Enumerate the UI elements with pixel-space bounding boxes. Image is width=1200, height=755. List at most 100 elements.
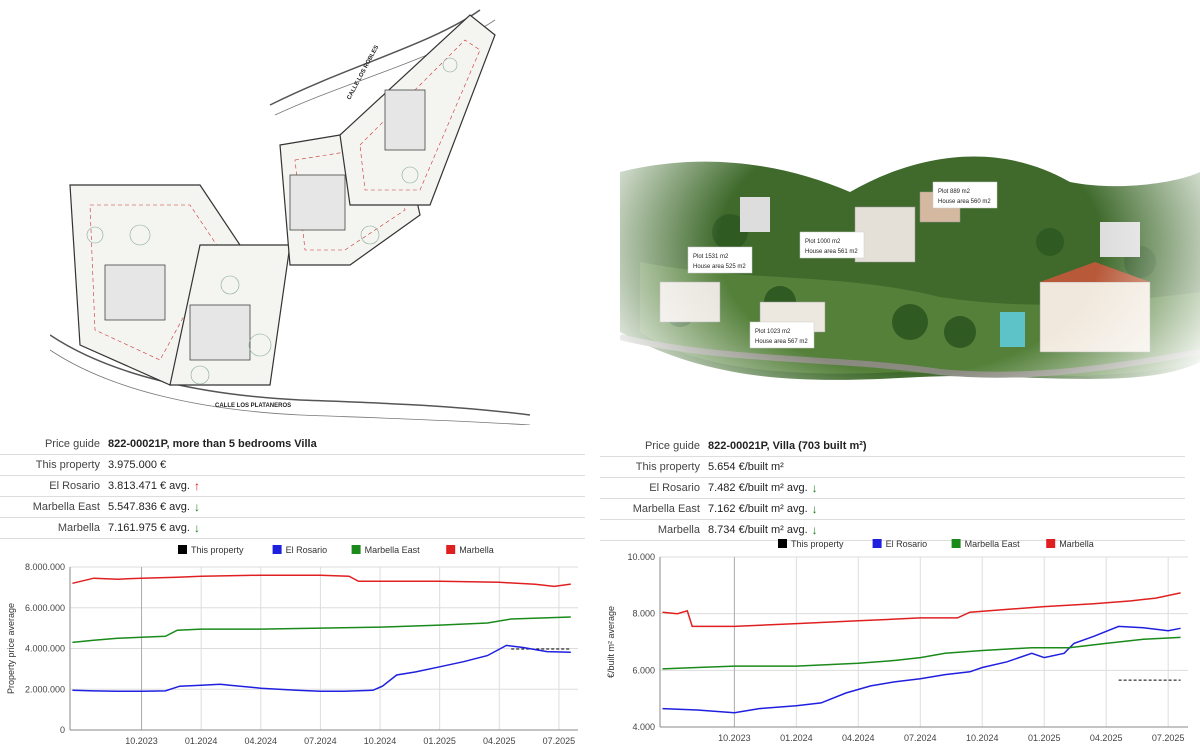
price-guide-row: Marbella 7.161.975 € avg. ↓ bbox=[0, 518, 585, 539]
series-line-el-rosario bbox=[662, 625, 1181, 714]
y-tick-label: 4.000.000 bbox=[25, 644, 65, 654]
price-guide-row: El Rosario 3.813.471 € avg. ↑ bbox=[0, 476, 585, 497]
price-guide-label: El Rosario bbox=[649, 482, 700, 494]
legend-swatch bbox=[1046, 539, 1056, 548]
price-guide-label: This property bbox=[35, 459, 100, 471]
arrow-down-icon: ↓ bbox=[193, 500, 200, 514]
legend-swatch bbox=[272, 545, 282, 554]
y-axis-label: €/built m² average bbox=[606, 606, 616, 678]
price-guide-left: Price guide 822-00021P, more than 5 bedr… bbox=[0, 434, 585, 539]
x-tick-label: 10.2023 bbox=[125, 736, 158, 746]
aerial-render-image: Plot 889 m2 House area 560 m2 Plot 1000 … bbox=[620, 32, 1200, 420]
price-guide-label: Price guide bbox=[644, 440, 700, 452]
x-tick-label: 07.2025 bbox=[1152, 733, 1185, 743]
price-guide-value: 3.813.471 € avg. bbox=[108, 480, 190, 492]
site-plan-drawing: CALLE LOS ROBLES CALLE LOS PLATANEROS bbox=[50, 9, 531, 425]
y-tick-label: 4.000 bbox=[632, 722, 655, 732]
legend-label: Marbella East bbox=[965, 539, 1021, 549]
x-tick-label: 10.2024 bbox=[966, 733, 999, 743]
x-tick-label: 04.2025 bbox=[483, 736, 516, 746]
x-tick-label: 04.2024 bbox=[842, 733, 875, 743]
plot-label-house: House area 525 m2 bbox=[693, 264, 746, 270]
aerial-render-drawing: Plot 889 m2 House area 560 m2 Plot 1000 … bbox=[620, 32, 1200, 420]
series-line-marbella bbox=[662, 592, 1181, 628]
price-guide-value: 5.547.836 € avg. bbox=[108, 501, 190, 513]
legend-label: Marbella bbox=[1059, 539, 1094, 549]
price-guide-row: El Rosario 7.482 €/built m² avg. ↓ bbox=[600, 478, 1185, 499]
price-chart-left: 0 2.000.000 4.000.000 6.000.000 8.000.000 10.… bbox=[0, 540, 600, 750]
y-axis-label: Property price average bbox=[6, 603, 16, 694]
arrow-down-icon: ↓ bbox=[811, 481, 818, 495]
legend-swatch bbox=[351, 545, 361, 554]
legend-label: Marbella East bbox=[365, 545, 421, 555]
price-chart-right-svg: 4.000 6.000 8.000 10.000 10.2023 01.2024 04.20… bbox=[606, 539, 1188, 743]
series-line-marbella-east bbox=[662, 636, 1181, 670]
legend-label: El Rosario bbox=[286, 545, 328, 555]
y-tick-label: 10.000 bbox=[627, 552, 655, 562]
x-tick-label: 01.2024 bbox=[185, 736, 218, 746]
x-tick-label: 04.2024 bbox=[245, 736, 278, 746]
legend-label: This property bbox=[191, 545, 244, 555]
price-guide-label: Marbella bbox=[57, 522, 100, 534]
legend-swatch bbox=[778, 539, 787, 548]
price-chart-right: 4.000 6.000 8.000 10.000 10.2023 01.2024 04.20… bbox=[600, 535, 1200, 750]
legend-label: Marbella bbox=[459, 545, 494, 555]
price-guide-value: 7.162 €/built m² avg. bbox=[708, 503, 808, 515]
y-tick-label: 8.000.000 bbox=[25, 562, 65, 572]
legend-swatch bbox=[872, 539, 882, 548]
price-guide-value: 7.161.975 € avg. bbox=[108, 522, 190, 534]
plot-label-889: Plot 889 m2 House area 560 m2 bbox=[932, 181, 998, 209]
price-guide-row: Marbella East 7.162 €/built m² avg. ↓ bbox=[600, 499, 1185, 520]
price-guide-row: This property 3.975.000 € bbox=[0, 455, 585, 476]
plot-label-house: House area 560 m2 bbox=[938, 199, 991, 205]
left-panel: CALLE LOS ROBLES CALLE LOS PLATANEROS Pr… bbox=[0, 0, 600, 750]
site-plan-image: CALLE LOS ROBLES CALLE LOS PLATANEROS bbox=[50, 5, 550, 425]
y-tick-label: 2.000.000 bbox=[25, 684, 65, 694]
y-tick-label: 0 bbox=[60, 725, 65, 735]
x-tick-label: 01.2024 bbox=[780, 733, 813, 743]
x-tick-label: 01.2025 bbox=[423, 736, 456, 746]
price-guide-value: 7.482 €/built m² avg. bbox=[708, 482, 808, 494]
legend-swatch bbox=[951, 539, 961, 548]
street-label-bottom: CALLE LOS PLATANEROS bbox=[215, 403, 291, 409]
legend-swatch bbox=[178, 545, 187, 554]
legend-label: This property bbox=[791, 539, 844, 549]
price-guide-value: 822-00021P, more than 5 bedrooms Villa bbox=[108, 438, 317, 450]
legend-swatch bbox=[446, 545, 456, 554]
price-guide-row: Marbella East 5.547.836 € avg. ↓ bbox=[0, 497, 585, 518]
price-guide-row: Price guide 822-00021P, more than 5 bedr… bbox=[0, 434, 585, 455]
plot-label-plot: Plot 1000 m2 bbox=[805, 239, 841, 245]
x-tick-label: 10.2024 bbox=[364, 736, 397, 746]
arrow-up-icon: ↑ bbox=[193, 479, 200, 493]
price-guide-value: 5.654 €/built m² bbox=[708, 461, 784, 473]
price-guide-label: El Rosario bbox=[49, 480, 100, 492]
x-tick-label: 01.2025 bbox=[1028, 733, 1061, 743]
x-tick-label: 07.2024 bbox=[904, 733, 937, 743]
series-line-marbella bbox=[72, 574, 571, 588]
plot-label-house: House area 561 m2 bbox=[805, 249, 858, 255]
plot-label-plot: Plot 1023 m2 bbox=[755, 329, 791, 335]
price-guide-label: Marbella East bbox=[632, 503, 700, 515]
x-tick-label: 04.2025 bbox=[1090, 733, 1123, 743]
price-guide-row: Price guide 822-00021P, Villa (703 built… bbox=[600, 436, 1185, 457]
y-tick-label: 6.000.000 bbox=[25, 603, 65, 613]
plot-label-1000: Plot 1000 m2 House area 561 m2 bbox=[799, 231, 865, 259]
price-guide-value: 822-00021P, Villa (703 built m²) bbox=[708, 440, 867, 452]
x-tick-label: 07.2025 bbox=[543, 736, 576, 746]
street-label-top: CALLE LOS ROBLES bbox=[346, 45, 380, 101]
arrow-down-icon: ↓ bbox=[811, 502, 818, 516]
right-panel: Plot 889 m2 House area 560 m2 Plot 1000 … bbox=[600, 0, 1200, 750]
x-tick-label: 10.2023 bbox=[718, 733, 751, 743]
y-tick-label: 8.000 bbox=[632, 609, 655, 619]
price-chart-left-svg: 0 2.000.000 4.000.000 6.000.000 8.000.000 10.… bbox=[6, 545, 578, 746]
plot-label-plot: Plot 889 m2 bbox=[938, 189, 971, 195]
price-guide-row: This property 5.654 €/built m² bbox=[600, 457, 1185, 478]
arrow-down-icon: ↓ bbox=[193, 521, 200, 535]
series-line-el-rosario bbox=[72, 644, 571, 693]
x-tick-label: 07.2024 bbox=[304, 736, 337, 746]
price-guide-value: 3.975.000 € bbox=[108, 459, 167, 471]
price-guide-label: Price guide bbox=[44, 438, 100, 450]
price-guide-right: Price guide 822-00021P, Villa (703 built… bbox=[600, 436, 1185, 541]
plot-label-plot: Plot 1531 m2 bbox=[693, 254, 729, 260]
plot-label-1531: Plot 1531 m2 House area 525 m2 bbox=[687, 246, 753, 274]
